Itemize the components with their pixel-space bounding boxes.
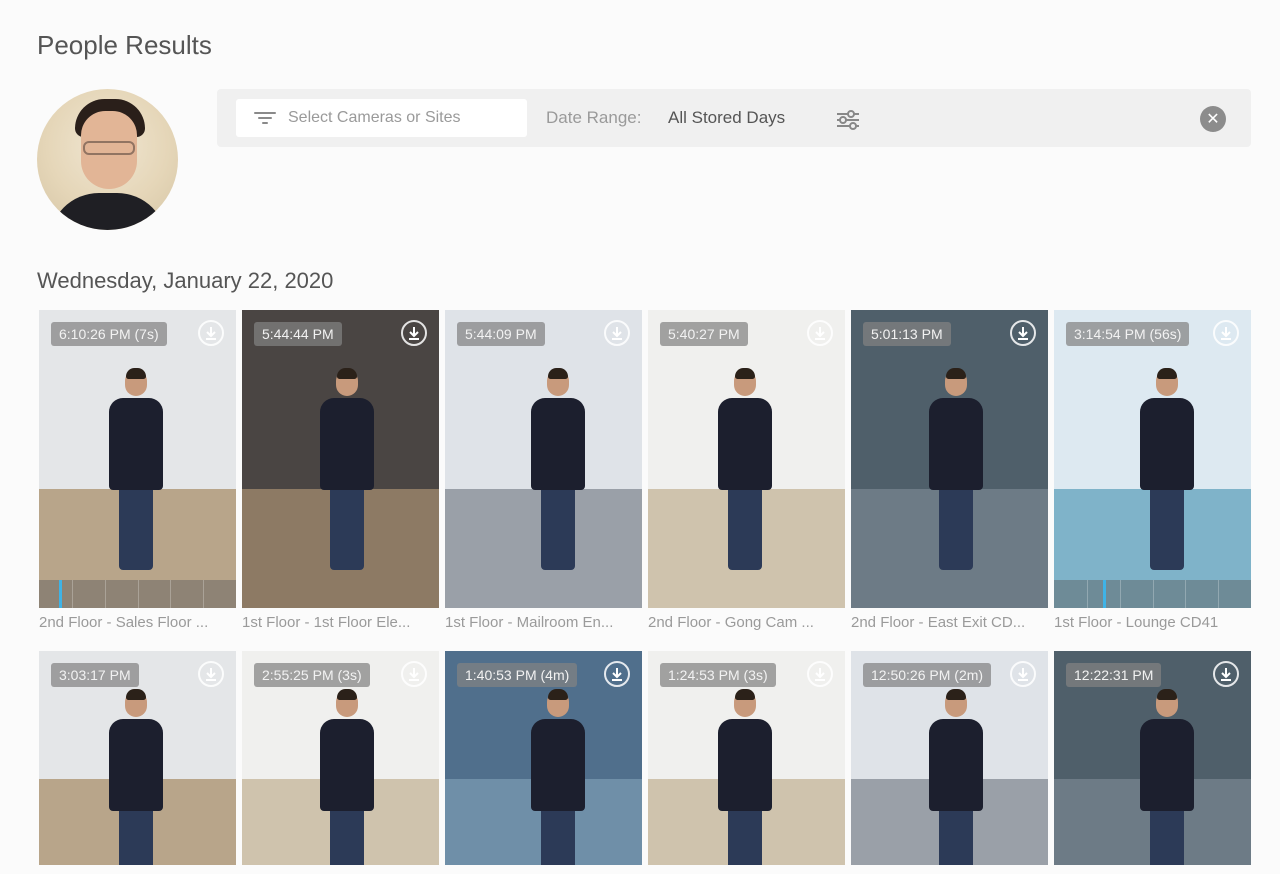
result-tile[interactable]: 12:50:26 PM (2m): [851, 651, 1048, 865]
download-icon[interactable]: [401, 661, 427, 687]
timeline-marker[interactable]: [1103, 580, 1107, 608]
time-badge: 6:10:26 PM (7s): [51, 322, 167, 346]
person-figure: [109, 689, 163, 865]
sliders-icon[interactable]: [835, 109, 861, 131]
download-icon[interactable]: [807, 661, 833, 687]
clip-timeline[interactable]: [39, 580, 236, 608]
date-heading: Wednesday, January 22, 2020: [37, 268, 334, 293]
result-thumbnail[interactable]: 2:55:25 PM (3s): [242, 651, 439, 865]
filter-bar: Select Cameras or Sites Date Range: All …: [217, 89, 1251, 147]
time-badge: 12:22:31 PM: [1066, 663, 1162, 687]
download-icon[interactable]: [807, 320, 833, 346]
download-icon[interactable]: [198, 661, 224, 687]
camera-select-placeholder: Select Cameras or Sites: [288, 109, 461, 126]
camera-caption: 1st Floor - Lounge CD41: [1054, 614, 1219, 631]
download-icon[interactable]: [604, 320, 630, 346]
person-figure: [929, 689, 983, 865]
time-badge: 3:03:17 PM: [51, 663, 139, 687]
camera-caption: 1st Floor - 1st Floor Ele...: [242, 614, 411, 631]
time-badge: 5:44:09 PM: [457, 322, 545, 346]
result-thumbnail[interactable]: 5:01:13 PM: [851, 310, 1048, 608]
camera-caption: 1st Floor - Mailroom En...: [445, 614, 614, 631]
person-figure: [1140, 368, 1194, 570]
person-figure: [531, 689, 585, 865]
download-icon[interactable]: [401, 320, 427, 346]
result-tile[interactable]: 6:10:26 PM (7s) 2nd Floor - Sales Floor .…: [39, 310, 236, 631]
result-thumbnail[interactable]: 1:40:53 PM (4m): [445, 651, 642, 865]
person-figure: [320, 368, 374, 570]
download-icon[interactable]: [1213, 320, 1239, 346]
time-badge: 2:55:25 PM (3s): [254, 663, 370, 687]
result-thumbnail[interactable]: 5:40:27 PM: [648, 310, 845, 608]
person-figure: [718, 689, 772, 865]
download-icon[interactable]: [604, 661, 630, 687]
result-tile[interactable]: 3:14:54 PM (56s) 1st Floor - Lounge CD41: [1054, 310, 1251, 631]
result-tile[interactable]: 5:01:13 PM 2nd Floor - East Exit CD...: [851, 310, 1048, 631]
download-icon[interactable]: [1213, 661, 1239, 687]
result-thumbnail[interactable]: 12:50:26 PM (2m): [851, 651, 1048, 865]
result-tile[interactable]: 12:22:31 PM: [1054, 651, 1251, 865]
date-range-label: Date Range:: [546, 108, 642, 127]
time-badge: 5:01:13 PM: [863, 322, 951, 346]
result-thumbnail[interactable]: 5:44:44 PM: [242, 310, 439, 608]
person-figure: [718, 368, 772, 570]
result-tile[interactable]: 1:24:53 PM (3s): [648, 651, 845, 865]
download-icon[interactable]: [1010, 320, 1036, 346]
avatar: [37, 89, 178, 230]
result-thumbnail[interactable]: 6:10:26 PM (7s): [39, 310, 236, 608]
download-icon[interactable]: [1010, 661, 1036, 687]
camera-site-select[interactable]: Select Cameras or Sites: [236, 99, 527, 137]
result-thumbnail[interactable]: 3:14:54 PM (56s): [1054, 310, 1251, 608]
result-tile[interactable]: 2:55:25 PM (3s): [242, 651, 439, 865]
results-grid: 6:10:26 PM (7s) 2nd Floor - Sales Floor .…: [39, 310, 1251, 865]
result-tile[interactable]: 5:44:44 PM 1st Floor - 1st Floor Ele...: [242, 310, 439, 631]
result-tile[interactable]: 5:40:27 PM 2nd Floor - Gong Cam ...: [648, 310, 845, 631]
time-badge: 5:44:44 PM: [254, 322, 342, 346]
filter-lines-icon: [254, 110, 276, 126]
camera-caption: 2nd Floor - Gong Cam ...: [648, 614, 814, 631]
close-circle-icon[interactable]: ✕: [1200, 106, 1226, 132]
result-thumbnail[interactable]: 5:44:09 PM: [445, 310, 642, 608]
result-tile[interactable]: 5:44:09 PM 1st Floor - Mailroom En...: [445, 310, 642, 631]
date-range-value[interactable]: All Stored Days: [668, 108, 785, 128]
download-icon[interactable]: [198, 320, 224, 346]
result-thumbnail[interactable]: 12:22:31 PM: [1054, 651, 1251, 865]
time-badge: 1:24:53 PM (3s): [660, 663, 776, 687]
person-figure: [531, 368, 585, 570]
page-title: People Results: [37, 30, 212, 60]
time-badge: 5:40:27 PM: [660, 322, 748, 346]
result-tile[interactable]: 3:03:17 PM: [39, 651, 236, 865]
timeline-marker[interactable]: [58, 580, 62, 608]
clip-timeline[interactable]: [1054, 580, 1251, 608]
time-badge: 12:50:26 PM (2m): [863, 663, 992, 687]
person-figure: [1140, 689, 1194, 865]
camera-caption: 2nd Floor - Sales Floor ...: [39, 614, 209, 631]
person-figure: [929, 368, 983, 570]
person-figure: [320, 689, 374, 865]
time-badge: 1:40:53 PM (4m): [457, 663, 578, 687]
result-tile[interactable]: 1:40:53 PM (4m): [445, 651, 642, 865]
result-thumbnail[interactable]: 3:03:17 PM: [39, 651, 236, 865]
camera-caption: 2nd Floor - East Exit CD...: [851, 614, 1026, 631]
person-figure: [109, 368, 163, 570]
time-badge: 3:14:54 PM (56s): [1066, 322, 1190, 346]
result-thumbnail[interactable]: 1:24:53 PM (3s): [648, 651, 845, 865]
